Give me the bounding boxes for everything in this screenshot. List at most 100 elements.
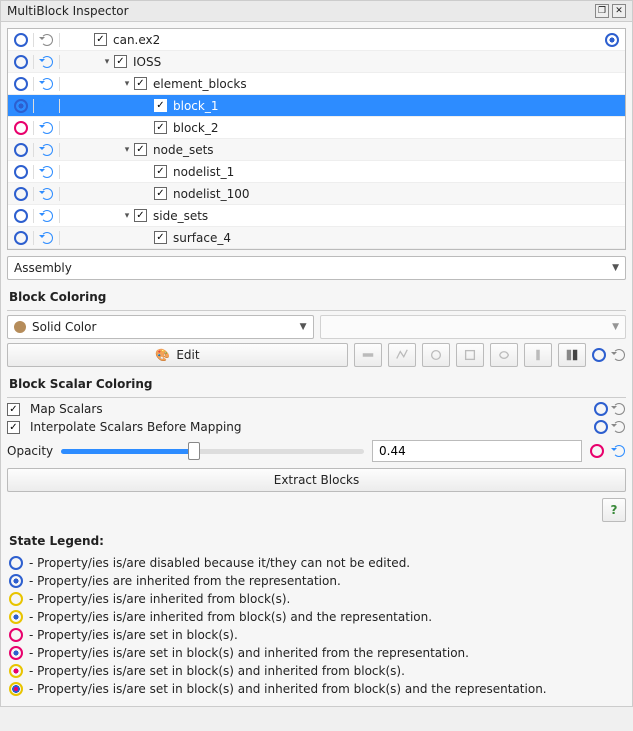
row-state-icon <box>14 99 28 113</box>
opacity-slider[interactable] <box>61 449 364 454</box>
visibility-checkbox[interactable]: ✓ <box>154 231 167 244</box>
legend-state-icon <box>9 664 23 678</box>
assembly-combo[interactable]: Assembly ▼ <box>7 256 626 280</box>
legend-text: - Property/ies is/are inherited from blo… <box>29 592 290 606</box>
expander-icon[interactable]: ▾ <box>120 79 134 89</box>
legend-text: - Property/ies is/are set in block(s) an… <box>29 664 405 678</box>
row-state-icon <box>14 77 28 91</box>
legend-state-icon <box>9 628 23 642</box>
visibility-checkbox[interactable]: ✓ <box>114 55 127 68</box>
tree-item-label: element_blocks <box>153 77 247 91</box>
visibility-checkbox[interactable]: ✓ <box>154 121 167 134</box>
interpolate-scalars-checkbox[interactable]: ✓ <box>7 421 20 434</box>
tree-item-label: can.ex2 <box>113 33 160 47</box>
visibility-checkbox[interactable]: ✓ <box>94 33 107 46</box>
tree-row[interactable]: ✓ can.ex2 <box>8 29 625 51</box>
tree-item-label: block_2 <box>173 121 218 135</box>
legend-text: - Property/ies is/are disabled because i… <box>29 556 410 570</box>
legend-state-icon <box>9 556 23 570</box>
solid-color-swatch-icon <box>14 321 26 333</box>
legend-state-icon <box>9 646 23 660</box>
legend-text: - Property/ies is/are set in block(s). <box>29 628 238 642</box>
color-component-combo[interactable]: ▼ <box>320 315 627 339</box>
assembly-combo-label: Assembly <box>14 261 612 275</box>
row-state-icon <box>14 55 28 69</box>
tree-row[interactable]: ✓surface_4 <box>8 227 625 249</box>
use-separate-colormap-button[interactable] <box>558 343 586 367</box>
rescale-visible-button[interactable] <box>456 343 484 367</box>
row-reset-button[interactable] <box>40 99 54 113</box>
tree-item-label: node_sets <box>153 143 214 157</box>
multiblock-inspector-panel: MultiBlock Inspector ❐ ✕ ✓can.ex2▾✓IOSS▾… <box>0 0 633 707</box>
chevron-down-icon: ▼ <box>612 322 619 332</box>
tree-item-label: block_1 <box>173 99 218 113</box>
opacity-state-icon <box>590 444 604 458</box>
visibility-checkbox[interactable]: ✓ <box>134 209 147 222</box>
row-state-icon <box>14 33 28 47</box>
row-end-icon[interactable] <box>605 33 619 47</box>
row-state-icon <box>14 231 28 245</box>
detach-button[interactable]: ❐ <box>595 4 609 18</box>
map-scalars-state-icon <box>594 402 608 416</box>
map-scalars-reset-button[interactable] <box>612 402 626 416</box>
interpolate-scalars-reset-button[interactable] <box>612 420 626 434</box>
choose-preset-button[interactable] <box>490 343 518 367</box>
palette-icon: 🎨 <box>155 348 170 362</box>
help-button[interactable]: ? <box>602 498 626 522</box>
tree-row[interactable]: ▾✓ side_sets <box>8 205 625 227</box>
close-button[interactable]: ✕ <box>612 4 626 18</box>
row-reset-button[interactable] <box>40 143 54 157</box>
legend-text: - Property/ies is/are inherited from blo… <box>29 610 432 624</box>
tree-row[interactable]: ▾✓ node_sets <box>8 139 625 161</box>
row-reset-button[interactable] <box>40 231 54 245</box>
row-reset-button[interactable] <box>40 33 54 47</box>
state-legend-title: State Legend: <box>1 528 632 552</box>
color-array-combo[interactable]: Solid Color ▼ <box>7 315 314 339</box>
visibility-checkbox[interactable]: ✓ <box>154 165 167 178</box>
rescale-temporal-button[interactable] <box>422 343 450 367</box>
titlebar: MultiBlock Inspector ❐ ✕ <box>1 1 632 22</box>
tree-row[interactable]: ✓ nodelist_1 <box>8 161 625 183</box>
visibility-checkbox[interactable]: ✓ <box>154 99 167 112</box>
tree-item-label: side_sets <box>153 209 208 223</box>
legend-row: - Property/ies is/are set in block(s) an… <box>9 682 624 696</box>
opacity-reset-button[interactable] <box>612 444 626 458</box>
row-state-icon <box>14 143 28 157</box>
expander-icon[interactable]: ▾ <box>120 145 134 155</box>
visibility-checkbox[interactable]: ✓ <box>134 77 147 90</box>
scalar-bar-button[interactable] <box>524 343 552 367</box>
legend-state-icon <box>9 574 23 588</box>
edit-colormap-button[interactable]: 🎨 Edit <box>7 343 348 367</box>
tree-item-label: nodelist_1 <box>173 165 234 179</box>
row-reset-button[interactable] <box>40 187 54 201</box>
legend-text: - Property/ies are inherited from the re… <box>29 574 341 588</box>
row-reset-button[interactable] <box>40 209 54 223</box>
block-coloring-reset-button[interactable] <box>612 348 626 362</box>
tree-row[interactable]: ✓nodelist_100 <box>8 183 625 205</box>
legend-state-icon <box>9 682 23 696</box>
expander-icon[interactable]: ▾ <box>100 57 114 67</box>
row-reset-button[interactable] <box>40 77 54 91</box>
tree-row[interactable]: ▾✓IOSS <box>8 51 625 73</box>
block-tree[interactable]: ✓can.ex2▾✓IOSS▾✓element_blocks✓block_1✓b… <box>7 28 626 250</box>
expander-icon[interactable]: ▾ <box>120 211 134 221</box>
tree-row[interactable]: ✓ block_1 <box>8 95 625 117</box>
legend-row: - Property/ies is/are inherited from blo… <box>9 610 624 624</box>
tree-row[interactable]: ▾✓ element_blocks <box>8 73 625 95</box>
window-title: MultiBlock Inspector <box>7 4 592 18</box>
opacity-input[interactable] <box>372 440 582 462</box>
row-reset-button[interactable] <box>40 55 54 69</box>
interpolate-scalars-state-icon <box>594 420 608 434</box>
row-reset-button[interactable] <box>40 121 54 135</box>
rescale-range-button[interactable] <box>354 343 382 367</box>
state-legend: - Property/ies is/are disabled because i… <box>9 556 624 696</box>
row-state-icon <box>14 187 28 201</box>
section-block-coloring: Block Coloring <box>1 284 632 308</box>
visibility-checkbox[interactable]: ✓ <box>154 187 167 200</box>
tree-row[interactable]: ✓ block_2 <box>8 117 625 139</box>
extract-blocks-button[interactable]: Extract Blocks <box>7 468 626 492</box>
rescale-custom-button[interactable] <box>388 343 416 367</box>
map-scalars-checkbox[interactable]: ✓ <box>7 403 20 416</box>
row-reset-button[interactable] <box>40 165 54 179</box>
visibility-checkbox[interactable]: ✓ <box>134 143 147 156</box>
